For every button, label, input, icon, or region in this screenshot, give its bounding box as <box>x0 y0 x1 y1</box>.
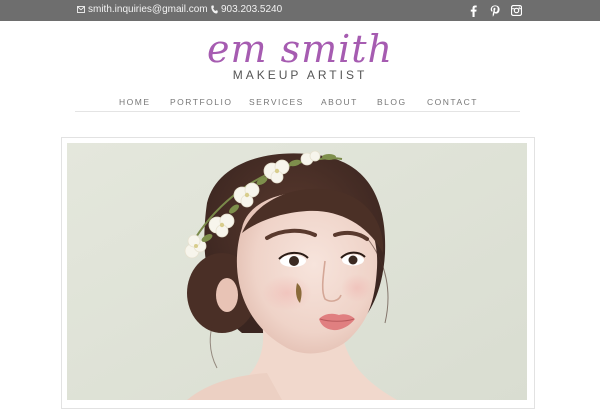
nav-item-home[interactable]: HOME <box>119 97 151 107</box>
phone-contact[interactable]: 903.203.5240 <box>211 4 282 15</box>
nav-item-contact[interactable]: CONTACT <box>427 97 478 107</box>
nav-item-services[interactable]: SERVICES <box>249 97 304 107</box>
nav-item-about[interactable]: ABOUT <box>321 97 358 107</box>
instagram-icon[interactable] <box>510 4 523 17</box>
main-navigation: HOME PORTFOLIO SERVICES ABOUT BLOG CONTA… <box>0 97 600 109</box>
logo-subtitle[interactable]: MAKEUP ARTIST <box>0 68 600 82</box>
nav-item-blog[interactable]: BLOG <box>377 97 407 107</box>
facebook-icon[interactable] <box>467 4 480 17</box>
envelope-icon <box>77 6 85 13</box>
phone-text[interactable]: 903.203.5240 <box>221 4 282 15</box>
email-contact[interactable]: smith.inquiries@gmail.com <box>77 4 208 15</box>
hero-portrait-photo <box>67 143 527 400</box>
top-contact-bar: smith.inquiries@gmail.com 903.203.5240 <box>0 0 600 21</box>
pinterest-icon[interactable] <box>488 4 501 17</box>
nav-divider <box>75 111 520 112</box>
email-text[interactable]: smith.inquiries@gmail.com <box>88 4 208 15</box>
nav-item-portfolio[interactable]: PORTFOLIO <box>170 97 232 107</box>
logo-script-name[interactable]: em smith <box>0 28 600 70</box>
phone-icon <box>211 5 218 14</box>
